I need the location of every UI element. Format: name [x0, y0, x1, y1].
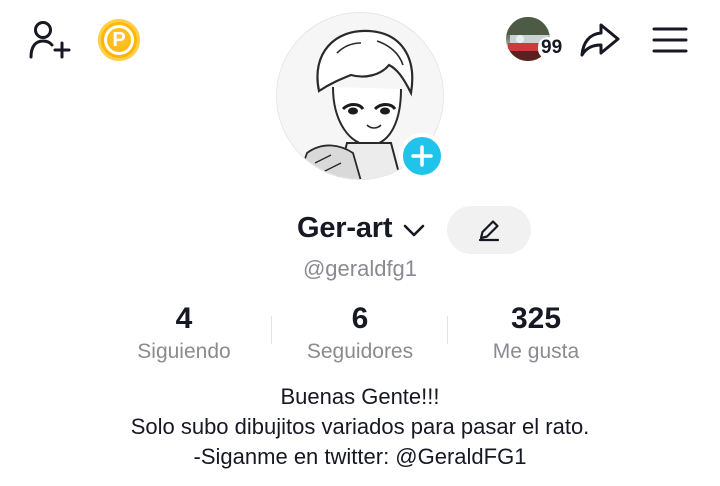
hamburger-menu-icon: [652, 27, 688, 53]
display-name[interactable]: Ger-art: [297, 212, 393, 245]
bio-line: Solo subo dibujitos variados para pasar …: [130, 414, 590, 439]
profile-stats: 4 Siguiendo 6 Seguidores 325 Me gusta: [0, 302, 720, 366]
share-button[interactable]: [576, 18, 624, 62]
edit-profile-button[interactable]: [447, 206, 531, 254]
add-avatar-button[interactable]: [399, 133, 445, 179]
stat-likes[interactable]: 325 Me gusta: [448, 302, 624, 364]
following-count: 4: [175, 302, 193, 335]
name-row: Ger-art: [0, 206, 720, 256]
bio-line: Buenas Gente!!!: [280, 384, 440, 409]
coin-button[interactable]: P: [98, 19, 140, 61]
stat-followers[interactable]: 6 Seguidores: [272, 302, 448, 364]
friend-count-badge: 99: [538, 37, 566, 59]
menu-button[interactable]: [648, 18, 692, 62]
likes-label: Me gusta: [492, 340, 580, 363]
person-plus-icon: [29, 21, 71, 59]
pencil-icon: [478, 220, 500, 242]
following-label: Siguiendo: [137, 340, 231, 363]
plus-icon: [411, 145, 433, 167]
likes-count: 325: [510, 302, 562, 335]
username: @geraldfg1: [302, 256, 418, 281]
profile-bio: Buenas Gente!!! Solo subo dibujitos vari…: [0, 382, 720, 472]
followers-label: Seguidores: [306, 340, 414, 363]
stat-following[interactable]: 4 Siguiendo: [96, 302, 272, 364]
profile-screen: P 99 Ger-art @geraldfg1 4 Siguiendo 6 Se…: [0, 0, 720, 486]
chevron-down-icon[interactable]: [402, 222, 426, 238]
share-arrow-icon: [580, 23, 620, 57]
friends-activity-button[interactable]: 99: [506, 17, 568, 63]
followers-count: 6: [351, 302, 369, 335]
add-friend-button[interactable]: [26, 18, 74, 62]
bio-line: -Siganme en twitter: @GeraldFG1: [193, 444, 527, 469]
coin-icon: P: [104, 25, 134, 55]
